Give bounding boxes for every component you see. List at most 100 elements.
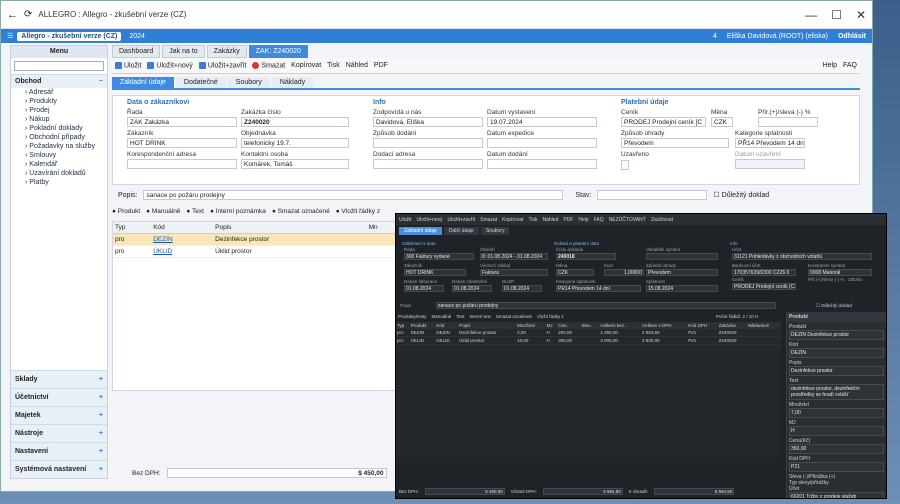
sidebar-item[interactable]: › Produkty <box>11 97 107 106</box>
dlg-zakaznik-field[interactable]: HOT DRINK <box>404 269 466 276</box>
zpusob-dod-field[interactable] <box>373 138 483 148</box>
sidebar-item[interactable]: › Kalendář <box>11 160 107 169</box>
dlg-side-field[interactable]: dezinfekce prostor, dezinfekční prostřed… <box>789 384 884 400</box>
tab[interactable]: Jak na to <box>162 45 205 58</box>
pdf-button[interactable]: PDF <box>374 62 388 69</box>
sidebar-item[interactable]: › Smlouvy <box>11 151 107 160</box>
dialog-toolbar-button[interactable]: Uložit+zavřít <box>448 217 476 223</box>
logout-button[interactable]: Odhlásit <box>838 33 866 40</box>
refresh-icon[interactable]: ⟳ <box>24 9 32 20</box>
dlg-splatnost-field[interactable]: 15.08.2024 <box>646 285 718 292</box>
dialog-grid-header[interactable]: Zakázka <box>717 322 747 329</box>
sidebar-item[interactable]: › Požadavky na služby <box>11 142 107 151</box>
dialog-grid-header[interactable]: Slev.. <box>580 322 600 329</box>
dialog-grid-header[interactable]: Produkt <box>409 322 436 329</box>
sidebar-section[interactable]: Účetnictví + <box>11 388 107 406</box>
dlg-obdobi-field[interactable]: 8: 01.08.2024 - 31.08.2024 <box>480 253 548 260</box>
tab[interactable]: Zakázky <box>206 45 247 58</box>
mena-field[interactable]: CZK <box>711 117 733 127</box>
datum-uz-field[interactable] <box>735 159 805 169</box>
dlg-rada-field[interactable]: 300 Faktury vydané <box>404 253 474 260</box>
preview-button[interactable]: Náhled <box>346 62 368 69</box>
subtab[interactable]: Základní údaje <box>112 77 174 88</box>
sidebar-item[interactable]: › Platby <box>11 178 107 187</box>
sidebar-section[interactable]: Nástroje + <box>11 424 107 442</box>
sidebar-section[interactable]: Majetek + <box>11 406 107 424</box>
dlg-side-field[interactable]: 7,00 <box>789 408 884 418</box>
print-button[interactable]: Tisk <box>327 62 340 69</box>
dialog-toolbar-button[interactable]: Náhled <box>543 217 559 223</box>
copy-button[interactable]: Kopírovat <box>291 62 321 69</box>
sidebar-item[interactable]: › Uzavírání dokladů <box>11 169 107 178</box>
koresp-field[interactable] <box>127 159 237 169</box>
dialog-tab[interactable]: Základní údaje <box>399 227 442 235</box>
table-row[interactable]: pro ÚKLID Úklid prostor <box>113 245 401 258</box>
datum-exp-field[interactable] <box>487 138 597 148</box>
back-arrow-icon[interactable]: ← <box>7 9 18 21</box>
dialog-grid-header[interactable]: Celkem bez.. <box>599 322 641 329</box>
tab[interactable]: ZAK: Z240020 <box>248 45 308 58</box>
dlg-mena-field[interactable]: CZK <box>556 269 594 276</box>
dialog-toolbar-button[interactable]: NEZÚČTOVANÝ <box>609 217 646 223</box>
dialog-toolbar-button[interactable]: Kopírovat <box>502 217 523 223</box>
maximize-icon[interactable]: ☐ <box>831 8 842 22</box>
env-selector[interactable]: Allegro - zkušební verze (CZ) <box>17 31 122 41</box>
save-new-button[interactable]: Uložit+nový <box>147 61 193 69</box>
dialog-toolbar-button[interactable]: Uložit+nový <box>417 217 443 223</box>
datum-dod-field[interactable] <box>487 159 597 169</box>
zpusob-uhr-field[interactable]: Převodem <box>621 138 729 148</box>
sidebar-item[interactable]: › Pokladní doklady <box>11 124 107 133</box>
popis-field[interactable]: sanace po požáru prodejny <box>143 190 564 200</box>
dlg-cislo-field[interactable]: 240018 <box>556 253 616 260</box>
grid-toolbar-button[interactable]: ● Produkt <box>112 208 140 215</box>
datum-vyst-field[interactable]: 19.07.2024 <box>487 117 597 127</box>
year-label[interactable]: 2024 <box>129 33 145 40</box>
sidebar-item[interactable]: › Nákup <box>11 115 107 124</box>
dlg-popis-field[interactable]: sanace po požáru prodejny <box>436 302 776 309</box>
dialog-grid-button[interactable]: Smazat označené <box>496 314 532 319</box>
user-name[interactable]: Eliška Davidová (ROOT) (eliska) <box>727 33 828 40</box>
dlg-kurz-field[interactable]: 1,00000 <box>604 269 644 276</box>
cenik-field[interactable]: PRODEJ Prodejní ceník [C <box>621 117 706 127</box>
dlg-vychozi-field[interactable]: Faktura <box>480 269 548 276</box>
dlg-var-field[interactable] <box>646 253 718 260</box>
grid-header[interactable]: Typ <box>113 222 152 234</box>
table-row[interactable]: pro DEZIN Dezinfekce prostor <box>113 233 401 246</box>
cell-kod-link[interactable]: ÚKLID <box>153 248 172 255</box>
faq-button[interactable]: FAQ <box>843 62 857 69</box>
delete-button[interactable]: Smazat <box>252 61 285 69</box>
stav-field[interactable] <box>597 190 708 200</box>
save-button[interactable]: Uložit <box>115 61 141 69</box>
dlg-ucet-field[interactable]: 31121 Pohledávky z obchodních vztahů <box>732 253 872 260</box>
dlg-side-field[interactable]: Dezinfekce prostor <box>789 366 884 376</box>
dialog-toolbar-button[interactable]: Zaúčtovat <box>651 217 673 223</box>
dlg-side-field[interactable]: DEZIN <box>789 348 884 358</box>
dialog-toolbar-button[interactable]: Smazat <box>480 217 497 223</box>
dialog-grid-button[interactable]: Text <box>456 314 464 319</box>
menu-icon[interactable]: ☰ <box>7 32 13 40</box>
grid-toolbar-button[interactable]: ● Manuálně <box>146 208 180 215</box>
dlg-kat-field[interactable]: PŘ14 Převodem 14 dní <box>556 285 641 292</box>
sidebar-section[interactable]: Sklady + <box>11 370 107 388</box>
dlg-side-field[interactable]: 60201 Tržby z prodeje služeb <box>789 492 884 498</box>
dialog-table-row[interactable]: pro DEZIN DEZIN Dezinfekce prostor 2,00 H 200,… <box>396 329 781 337</box>
dialog-grid-header[interactable]: Celkem s DPH <box>640 322 688 329</box>
cell-kod-link[interactable]: DEZIN <box>153 236 173 243</box>
dialog-grid-button[interactable]: Manuálně <box>432 314 452 319</box>
dlg-konst-field[interactable]: 0008 Materiál <box>808 269 872 276</box>
dialog-grid-button[interactable]: Interní text <box>470 314 491 319</box>
grid-toolbar-button[interactable]: ● Vložit řádky z <box>336 208 380 215</box>
dialog-grid-header[interactable]: Cen.. <box>557 322 581 329</box>
dialog-grid-header[interactable]: MJ <box>545 322 558 329</box>
dialog-grid-button[interactable]: Vložit řádky z <box>537 314 564 319</box>
dlg-dat-fak-field[interactable]: 01.08.2024 <box>404 285 444 292</box>
dialog-grid-header[interactable]: Popis <box>458 322 517 329</box>
dlg-side-field[interactable]: H <box>789 426 884 436</box>
minimize-icon[interactable]: — <box>805 8 817 22</box>
grid-header[interactable]: Popis <box>213 222 367 234</box>
dialog-toolbar-button[interactable]: PDF <box>563 217 573 223</box>
grid-toolbar-button[interactable]: ● Text <box>186 208 204 215</box>
dlg-dat-zd-field[interactable]: 01.08.2024 <box>452 285 492 292</box>
kat-spl-field[interactable]: PŘ14 Převodem 14 dní <box>735 138 805 148</box>
sidebar-item[interactable]: › Prodej <box>11 106 107 115</box>
